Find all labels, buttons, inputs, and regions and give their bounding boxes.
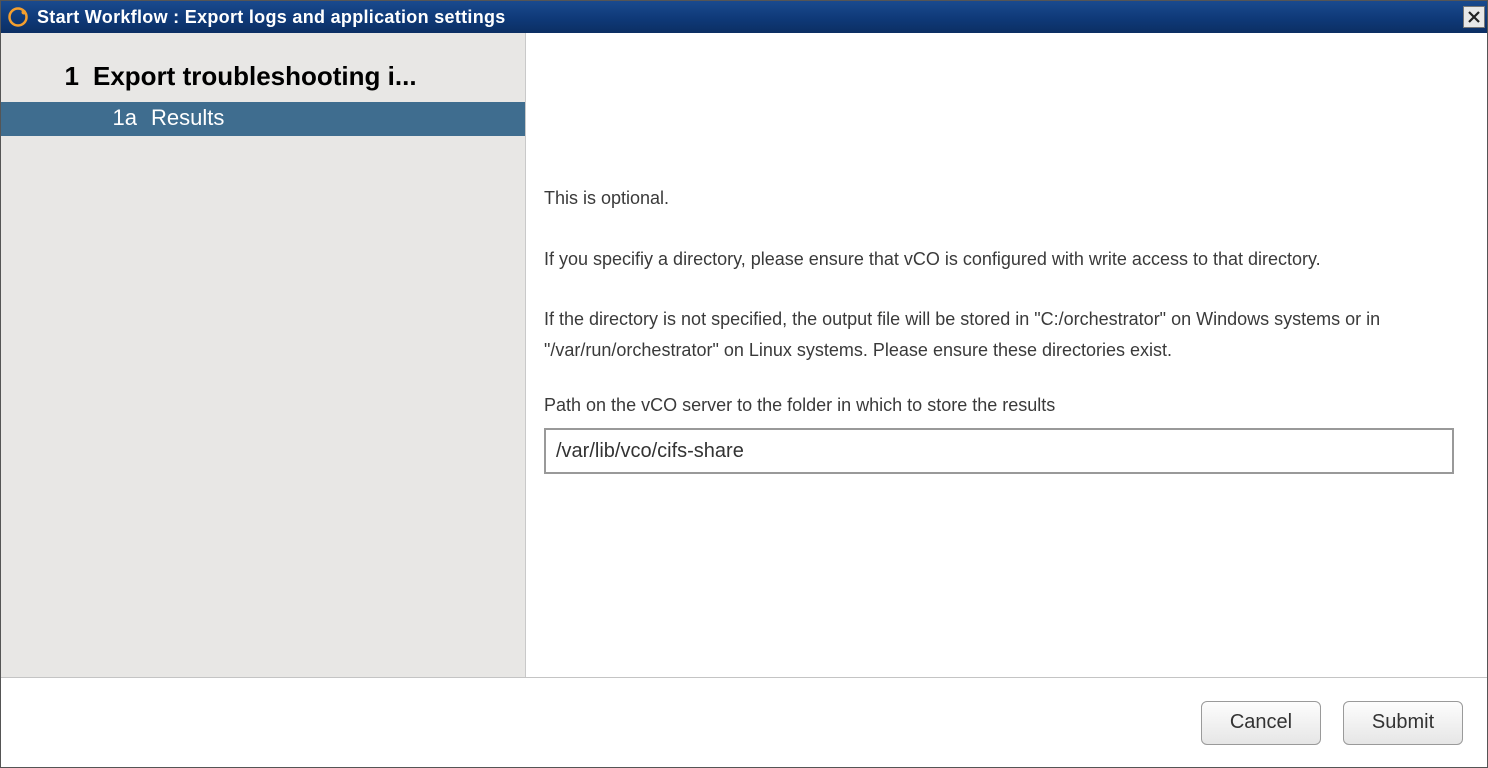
results-path-label: Path on the vCO server to the folder in … bbox=[544, 395, 1457, 416]
wizard-substep-1a[interactable]: 1a Results bbox=[1, 102, 525, 136]
dialog-footer: Cancel Submit bbox=[1, 677, 1487, 767]
close-icon bbox=[1467, 10, 1481, 24]
close-button[interactable] bbox=[1463, 6, 1485, 28]
cancel-button[interactable]: Cancel bbox=[1201, 701, 1321, 745]
app-logo-icon bbox=[7, 6, 29, 28]
info-text-optional: This is optional. bbox=[544, 183, 1457, 214]
main-area: 1 Export troubleshooting i... 1a Results… bbox=[1, 33, 1487, 677]
submit-button[interactable]: Submit bbox=[1343, 701, 1463, 745]
results-path-input[interactable] bbox=[544, 428, 1454, 474]
info-text-default-path: If the directory is not specified, the o… bbox=[544, 304, 1457, 365]
wizard-sidebar: 1 Export troubleshooting i... 1a Results bbox=[1, 33, 526, 677]
wizard-step-1[interactable]: 1 Export troubleshooting i... bbox=[1, 59, 525, 102]
wizard-step-number: 1 bbox=[1, 61, 93, 92]
wizard-step-label: Export troubleshooting i... bbox=[93, 61, 417, 92]
wizard-substep-label: Results bbox=[151, 105, 224, 131]
info-text-write-access: If you specifiy a directory, please ensu… bbox=[544, 244, 1457, 275]
window-title: Start Workflow : Export logs and applica… bbox=[37, 7, 1463, 28]
wizard-substep-id: 1a bbox=[1, 105, 151, 131]
content-pane: This is optional. If you specifiy a dire… bbox=[526, 33, 1487, 677]
title-bar: Start Workflow : Export logs and applica… bbox=[1, 1, 1487, 33]
